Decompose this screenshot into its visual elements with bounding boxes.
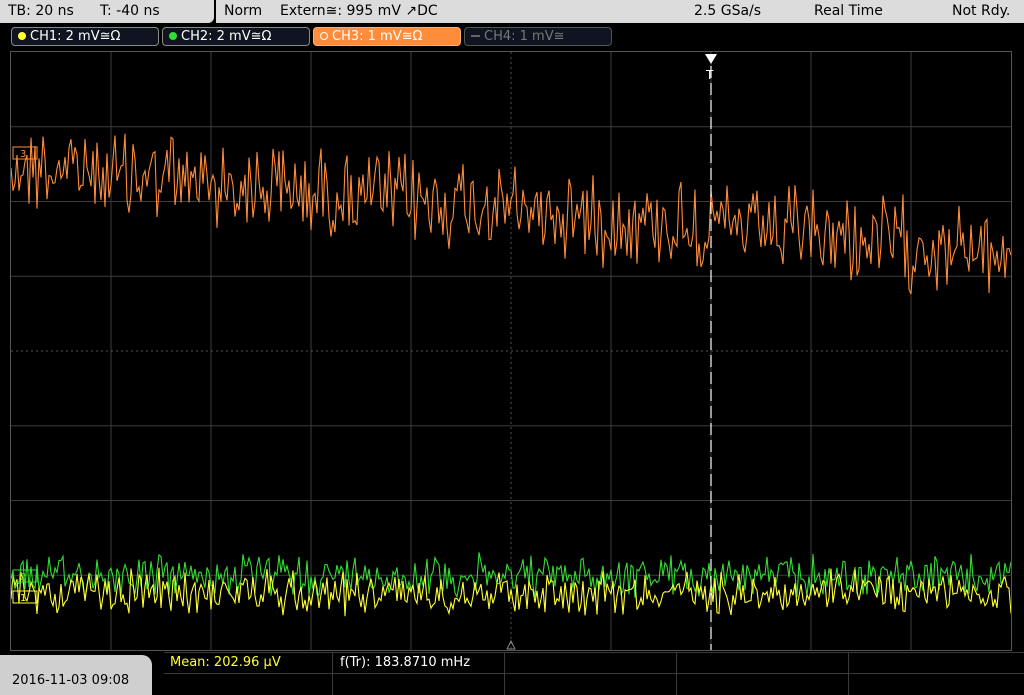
trigger-source: Extern≅: 995 mV ↗DC <box>280 3 438 19</box>
channel-1-button[interactable]: CH1: 2 mV≅Ω <box>11 27 159 46</box>
channel-3-button[interactable]: CH3: 1 mV≅Ω <box>313 27 461 46</box>
channel-1-ref-label: 1 <box>20 593 26 604</box>
waveform-canvas: T 3 2 1 <box>10 52 1012 650</box>
channel-4-label: CH4: 1 mV≅ <box>484 29 565 44</box>
measurement-panel[interactable]: Mean: 202.96 µV f(Tr): 183.8710 mHz <box>164 652 1024 695</box>
channel-1-dot-icon <box>18 32 26 40</box>
trigger-offset-label: T: -40 ns <box>100 3 160 19</box>
acquisition-state: Not Rdy. <box>952 3 1011 19</box>
channel-1-ref-marker[interactable]: 1 <box>12 590 38 604</box>
channel-2-button[interactable]: CH2: 2 mV≅Ω <box>162 27 310 46</box>
channel-4-off-icon <box>471 35 480 37</box>
channel-2-label: CH2: 2 mV≅Ω <box>181 29 272 44</box>
channel-2-ref-label: 2 <box>20 572 26 583</box>
measurement-mean: Mean: 202.96 µV <box>170 655 281 670</box>
datetime-label: 2016-11-03 09:08 <box>12 673 130 688</box>
channel-1-label: CH1: 2 mV≅Ω <box>30 29 121 44</box>
timebase-panel[interactable]: TB: 20 ns T: -40 ns <box>0 0 214 23</box>
channel-2-dot-icon <box>169 32 177 40</box>
channel-3-ref-label: 3 <box>20 149 26 160</box>
channel-3-label: CH3: 1 mV≅Ω <box>332 29 423 44</box>
timebase-label: TB: 20 ns <box>8 3 74 19</box>
trigger-status-panel[interactable]: Norm Extern≅: 995 mV ↗DC 2.5 GSa/s Real … <box>216 0 1024 23</box>
waveform-display[interactable]: T 3 2 1 <box>10 51 1012 651</box>
trigger-marker-label: T <box>705 68 714 82</box>
trigger-position-icon[interactable] <box>705 54 717 64</box>
measurement-trigger-frequency: f(Tr): 183.8710 mHz <box>340 655 471 670</box>
channel-4-button[interactable]: CH4: 1 mV≅ <box>464 27 612 46</box>
sample-rate: 2.5 GSa/s <box>694 3 762 19</box>
acquisition-mode: Real Time <box>814 3 883 19</box>
datetime-panel: 2016-11-03 09:08 <box>0 655 152 695</box>
channel-3-dot-icon <box>320 32 328 40</box>
trigger-mode: Norm <box>224 3 263 19</box>
